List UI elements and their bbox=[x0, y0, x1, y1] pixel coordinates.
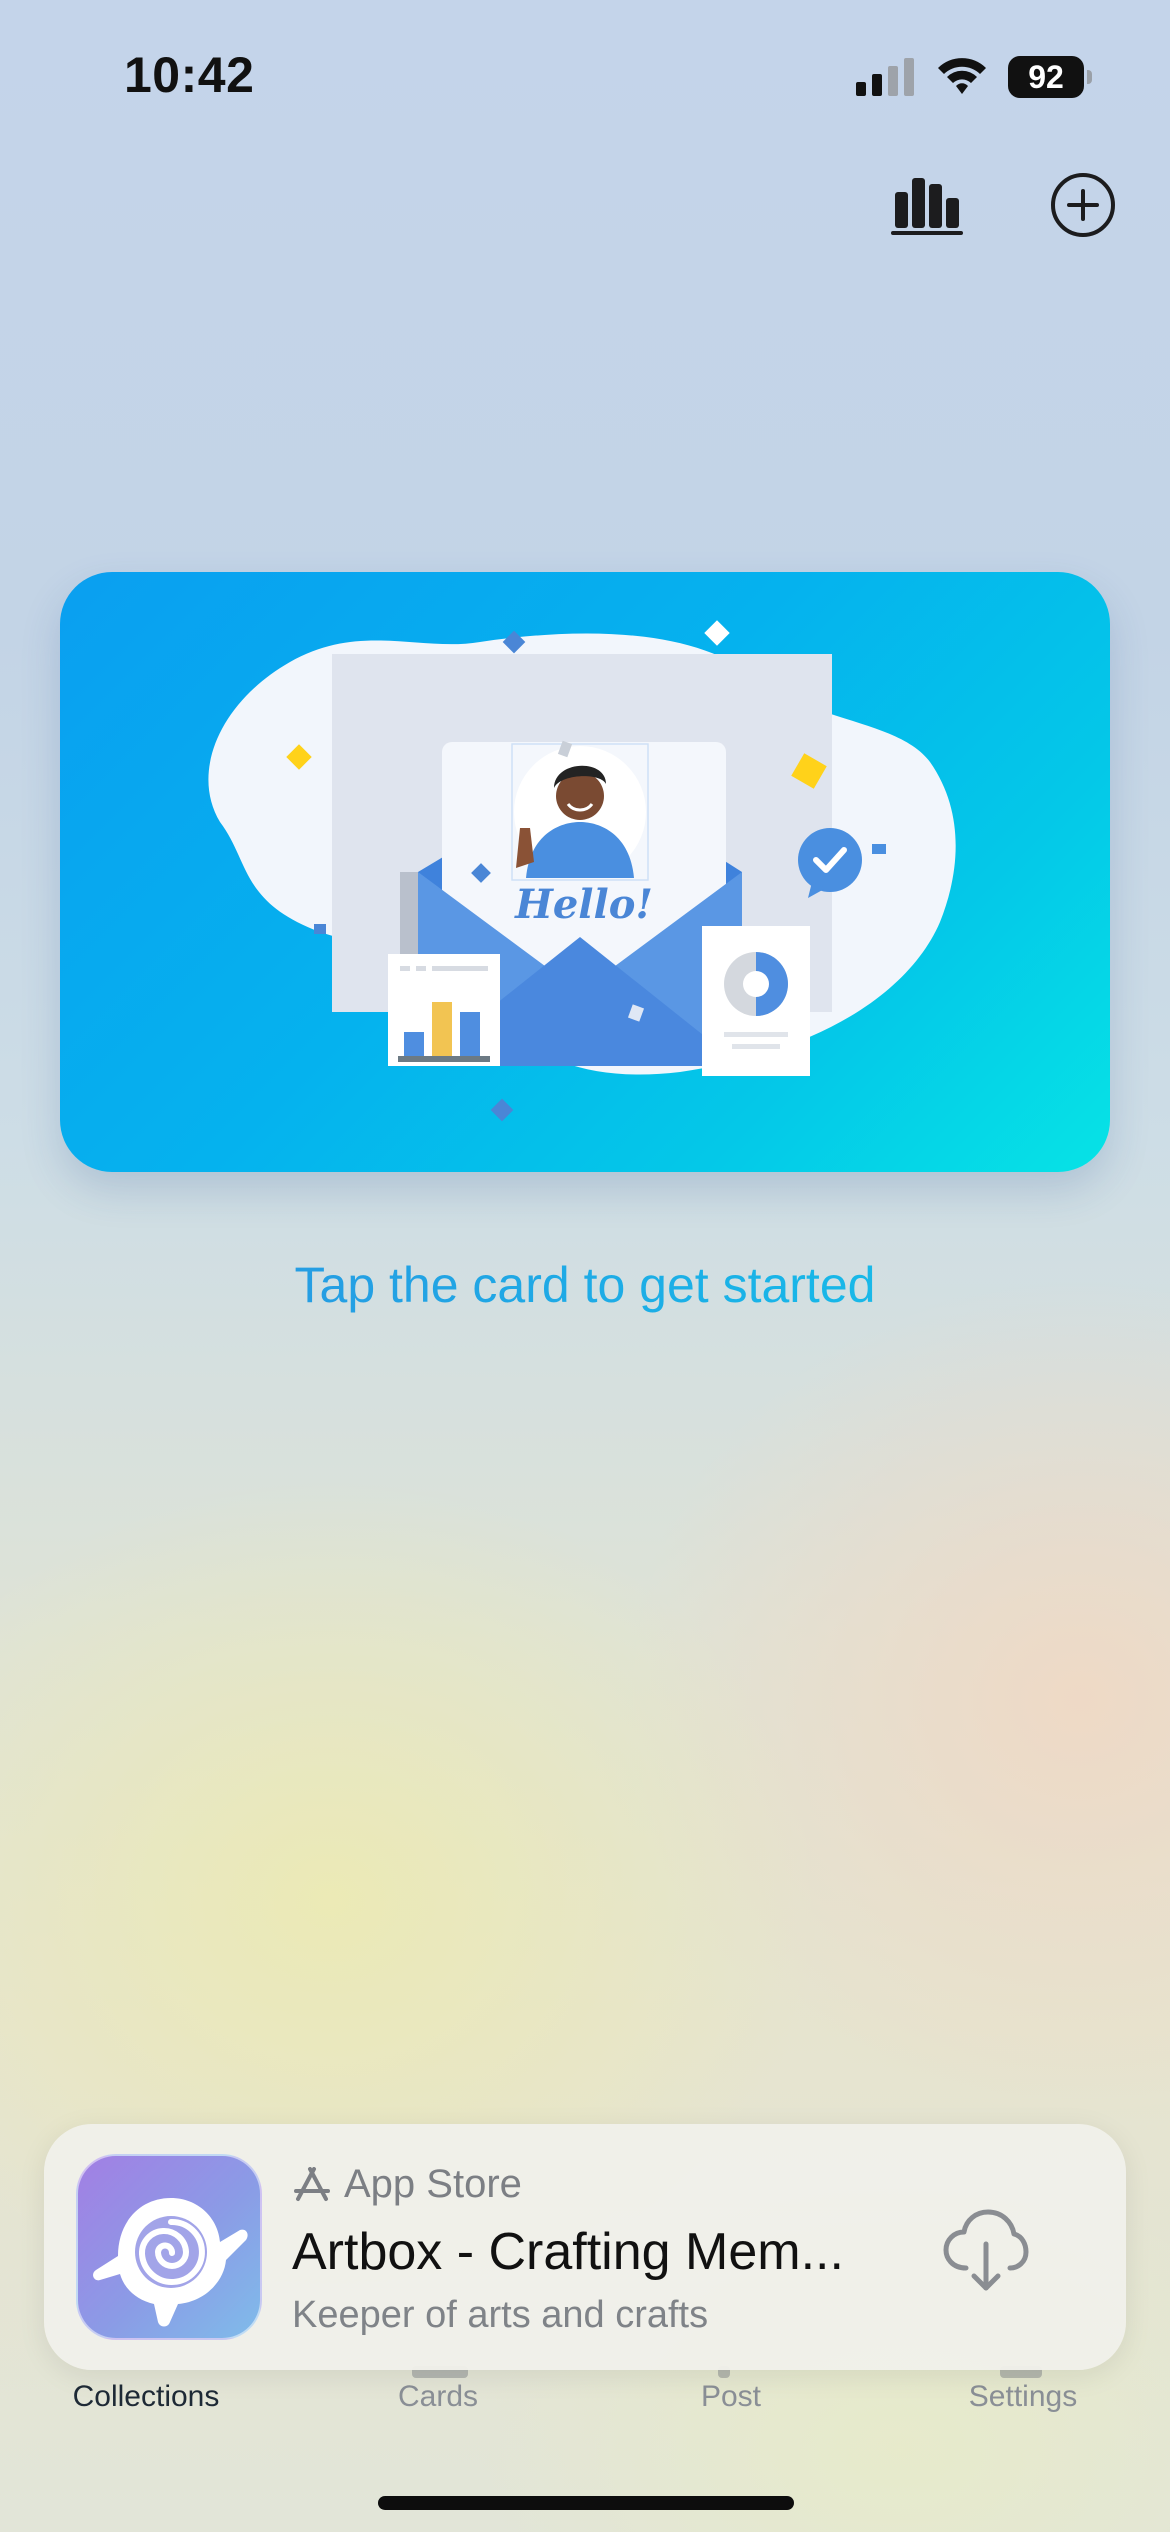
add-button[interactable] bbox=[1038, 160, 1128, 250]
statistics-button[interactable] bbox=[882, 160, 972, 250]
tab-cards[interactable]: Cards bbox=[292, 2380, 584, 2414]
home-indicator[interactable] bbox=[378, 2496, 794, 2510]
battery-indicator: 92 bbox=[1008, 56, 1092, 98]
app-store-banner[interactable]: App Store Artbox - Crafting Mem... Keepe… bbox=[44, 2124, 1126, 2370]
tab-post[interactable]: Post bbox=[585, 2380, 877, 2414]
get-started-prompt: Tap the card to get started bbox=[0, 1256, 1170, 1314]
app-store-icon bbox=[294, 2166, 330, 2201]
status-time: 10:42 bbox=[124, 47, 255, 103]
tab-bar: Collections Cards Post Settings bbox=[0, 2366, 1170, 2450]
tab-collections[interactable]: Collections bbox=[0, 2380, 292, 2414]
turtle-app-icon bbox=[76, 2154, 262, 2340]
signal-bars-icon bbox=[856, 58, 914, 96]
store-label: App Store bbox=[344, 2162, 522, 2206]
tab-settings[interactable]: Settings bbox=[877, 2380, 1169, 2414]
hello-text: Hello! bbox=[514, 881, 653, 928]
app-subtitle: Keeper of arts and crafts bbox=[292, 2294, 709, 2336]
battery-tip bbox=[1087, 70, 1092, 84]
plus-circle-icon bbox=[1051, 173, 1115, 237]
bar-chart-icon bbox=[891, 178, 963, 235]
status-bar: 10:42 92 bbox=[0, 0, 1170, 150]
card-illustration: Hello! bbox=[208, 620, 956, 1122]
battery-level: 92 bbox=[1008, 56, 1084, 98]
app-title: Artbox - Crafting Mem... bbox=[292, 2223, 844, 2281]
wifi-icon bbox=[938, 58, 986, 94]
store-line: App Store bbox=[292, 2162, 522, 2207]
get-started-card[interactable]: Hello! bbox=[60, 572, 1110, 1172]
cloud-download-icon[interactable] bbox=[940, 2204, 1030, 2294]
